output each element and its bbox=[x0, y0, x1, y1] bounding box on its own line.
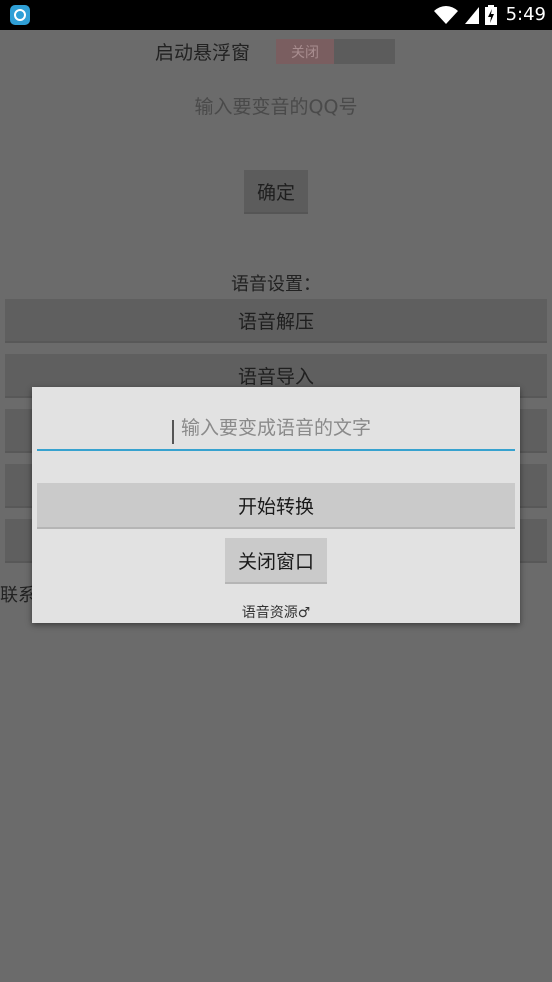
wifi-icon bbox=[433, 6, 458, 24]
signal-icon bbox=[464, 7, 479, 24]
text-cursor bbox=[172, 420, 174, 444]
screen: 5:49 启动悬浮窗 关闭 输入要变音的QQ号 确定 语音设置： 语音解压 语音… bbox=[0, 0, 552, 982]
status-icons: 5:49 bbox=[433, 3, 546, 27]
voice-settings-heading: 语音设置： bbox=[231, 274, 321, 295]
qq-number-input[interactable]: 输入要变音的QQ号 bbox=[130, 92, 422, 122]
text-to-speech-dialog: 开始转换 关闭窗口 语音资源♂ bbox=[32, 387, 520, 623]
start-convert-button[interactable]: 开始转换 bbox=[37, 483, 515, 529]
voice-decompress-button[interactable]: 语音解压 bbox=[5, 299, 547, 343]
speech-text-input[interactable] bbox=[37, 407, 515, 451]
float-window-switch[interactable]: 关闭 bbox=[276, 39, 395, 64]
switch-off-label: 关闭 bbox=[276, 39, 334, 64]
app-icon bbox=[10, 5, 30, 25]
text-input-wrapper bbox=[32, 387, 520, 457]
status-bar: 5:49 bbox=[0, 0, 552, 30]
battery-charging-icon bbox=[484, 5, 497, 25]
float-window-row: 启动悬浮窗 关闭 bbox=[0, 36, 552, 64]
voice-resource-link[interactable]: 语音资源♂ bbox=[32, 602, 520, 622]
close-window-button[interactable]: 关闭窗口 bbox=[225, 538, 327, 584]
float-window-label: 启动悬浮窗 bbox=[155, 42, 251, 64]
contact-text: 联系 bbox=[0, 585, 36, 606]
clock-time: 5:49 bbox=[505, 4, 546, 25]
confirm-button[interactable]: 确定 bbox=[244, 170, 308, 214]
